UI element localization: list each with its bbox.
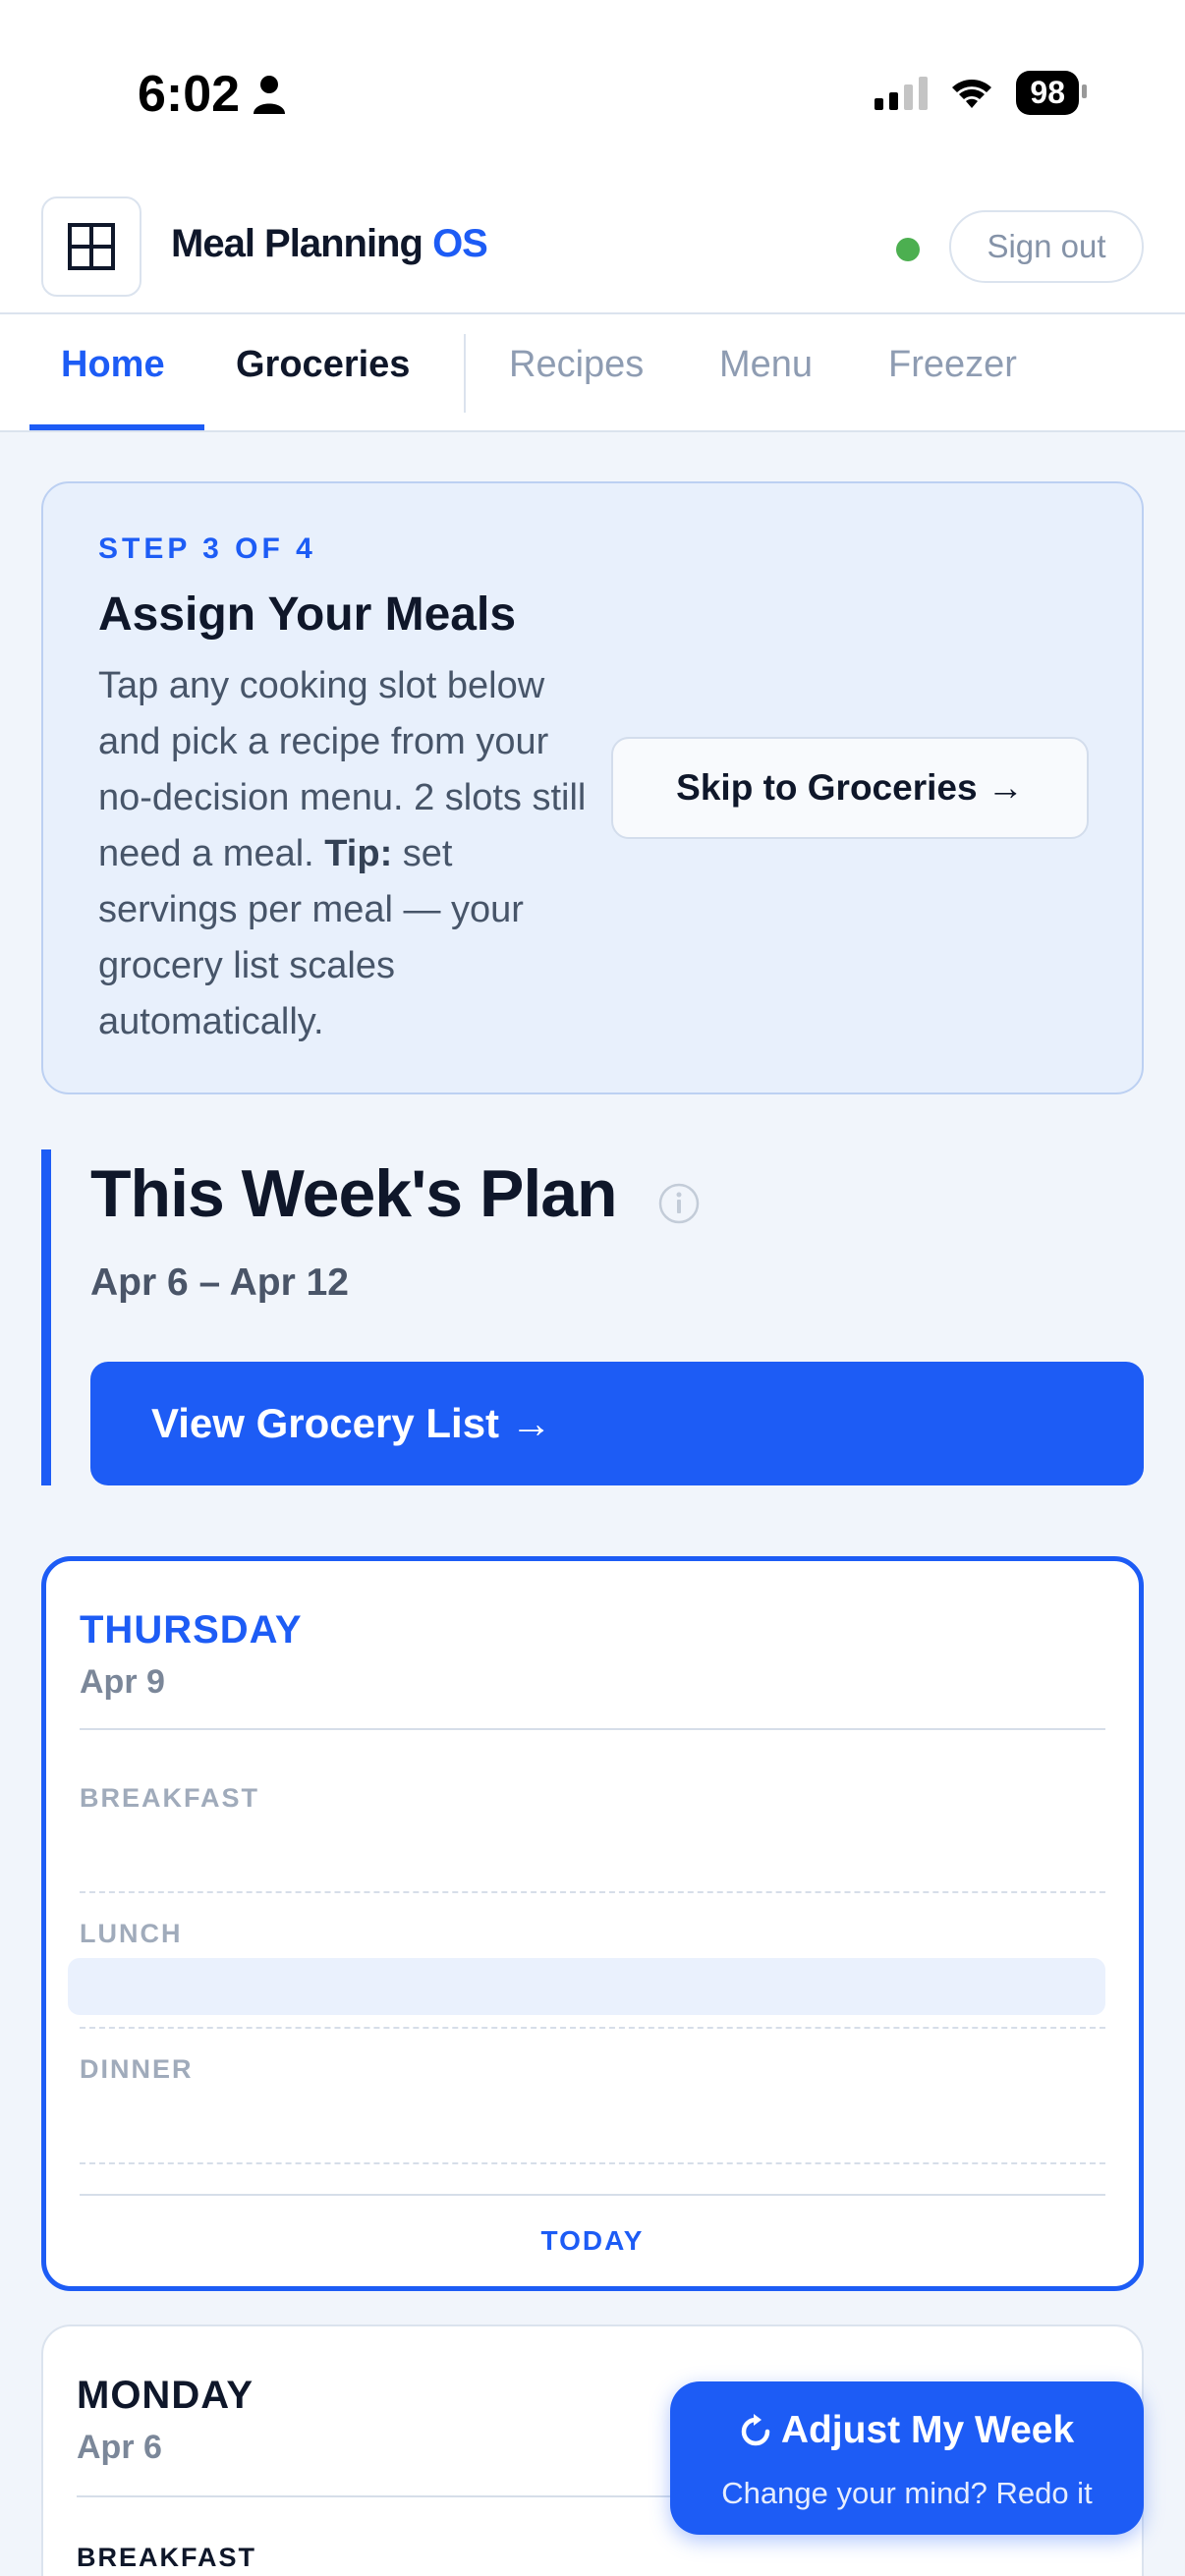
active-tab-indicator (29, 424, 204, 430)
divider (80, 2194, 1105, 2196)
step-title: Assign Your Meals (98, 588, 517, 641)
status-icons: 98 (875, 71, 1087, 115)
tip-label: Tip: (324, 833, 393, 874)
grid-logo-icon[interactable] (41, 196, 141, 297)
divider (80, 2162, 1105, 2164)
fab-title-text: Adjust My Week (780, 2409, 1075, 2451)
fab-title: Adjust My Week (670, 2409, 1144, 2452)
today-badge: TODAY (540, 2225, 645, 2256)
divider (80, 2027, 1105, 2029)
meal-slot-lunch-label: LUNCH (80, 1919, 183, 1948)
day-card-thursday: THURSDAY Apr 9 BREAKFAST LUNCH DINNER TO… (41, 1556, 1144, 2291)
meal-slot-breakfast-label: BREAKFAST (80, 1783, 260, 1813)
app-header: Meal Planning OS Sign out (0, 187, 1185, 314)
refresh-icon (741, 2414, 770, 2446)
app-title: Meal Planning OS (171, 222, 488, 266)
status-bar: 6:02 98 (0, 0, 1185, 187)
tab-home[interactable]: Home (61, 344, 165, 386)
grid-icon (68, 223, 115, 270)
app-title-main: Meal Planning (171, 222, 423, 265)
day-name: MONDAY (77, 2374, 254, 2417)
fab-subtitle: Change your mind? Redo it (721, 2476, 1093, 2510)
adjust-my-week-button[interactable]: Adjust My Week Change your mind? Redo it (670, 2381, 1144, 2535)
week-date-range: Apr 6 – Apr 12 (90, 1261, 349, 1304)
tab-groceries[interactable]: Groceries (236, 344, 410, 386)
tab-menu[interactable]: Menu (719, 344, 813, 386)
meal-slot-breakfast-label: BREAKFAST (77, 2543, 257, 2572)
week-accent-bar (41, 1149, 51, 1485)
tab-recipes[interactable]: Recipes (509, 344, 644, 386)
cellular-signal-icon (875, 76, 929, 110)
online-status-dot (896, 238, 920, 261)
day-name: THURSDAY (80, 1608, 303, 1652)
tab-divider (464, 334, 466, 413)
meal-slot-dinner-label: DINNER (80, 2054, 194, 2084)
divider (80, 1891, 1105, 1893)
day-date: Apr 6 (77, 2429, 162, 2466)
wifi-icon (952, 79, 992, 108)
app-title-accent: OS (432, 222, 488, 265)
step-description: Tap any cooking slot below and pick a re… (98, 658, 590, 1050)
divider (80, 1728, 1105, 1730)
onboarding-step-card: STEP 3 OF 4 Assign Your Meals Tap any co… (41, 481, 1144, 1094)
info-icon[interactable] (658, 1183, 700, 1224)
time-text: 6:02 (138, 66, 241, 123)
tab-freezer[interactable]: Freezer (888, 344, 1017, 386)
skip-to-groceries-button[interactable]: Skip to Groceries → (611, 737, 1089, 839)
day-date: Apr 9 (80, 1663, 165, 1701)
tab-bar: Home Groceries Recipes Menu Freezer (0, 314, 1185, 432)
meal-slot-lunch[interactable] (68, 1958, 1105, 2015)
step-indicator: STEP 3 OF 4 (98, 532, 316, 565)
person-icon (254, 76, 286, 114)
view-grocery-list-button[interactable]: View Grocery List → (90, 1362, 1144, 1485)
sign-out-button[interactable]: Sign out (949, 210, 1144, 283)
status-time: 6:02 (138, 65, 287, 124)
battery-indicator: 98 (1016, 71, 1087, 115)
week-plan-title: This Week's Plan (90, 1156, 618, 1231)
